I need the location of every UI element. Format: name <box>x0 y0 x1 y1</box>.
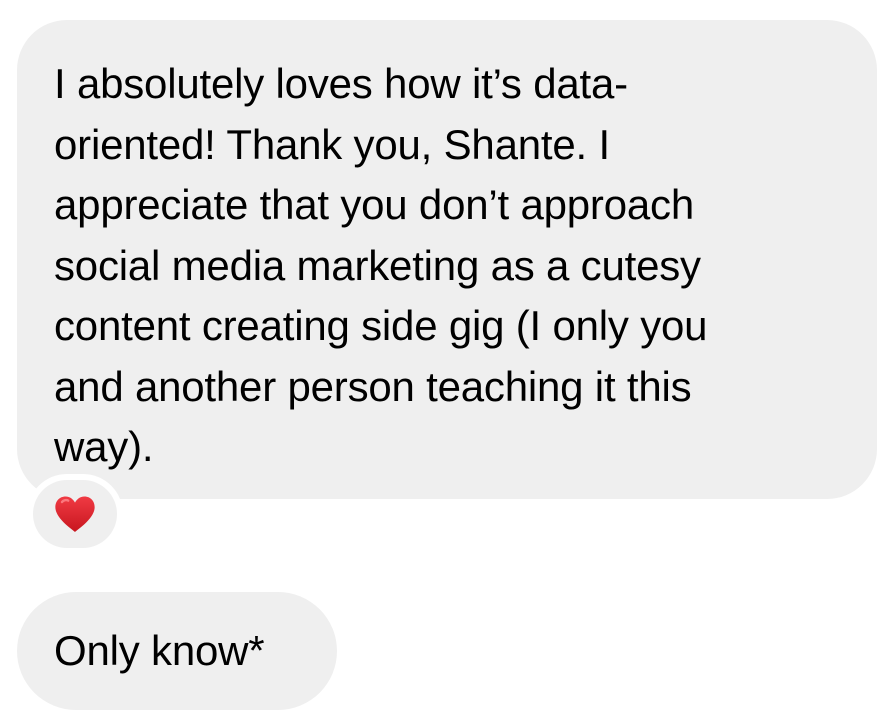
message-text: I absolutely loves how it’s data- orient… <box>54 60 708 470</box>
message-bubble[interactable]: Only know* <box>17 592 337 710</box>
heart-icon <box>55 496 95 532</box>
reaction-badge-inner <box>33 480 117 548</box>
reaction-badge[interactable] <box>27 474 123 554</box>
message-text: Only know* <box>54 627 265 674</box>
message-bubble[interactable]: I absolutely loves how it’s data- orient… <box>17 20 877 499</box>
